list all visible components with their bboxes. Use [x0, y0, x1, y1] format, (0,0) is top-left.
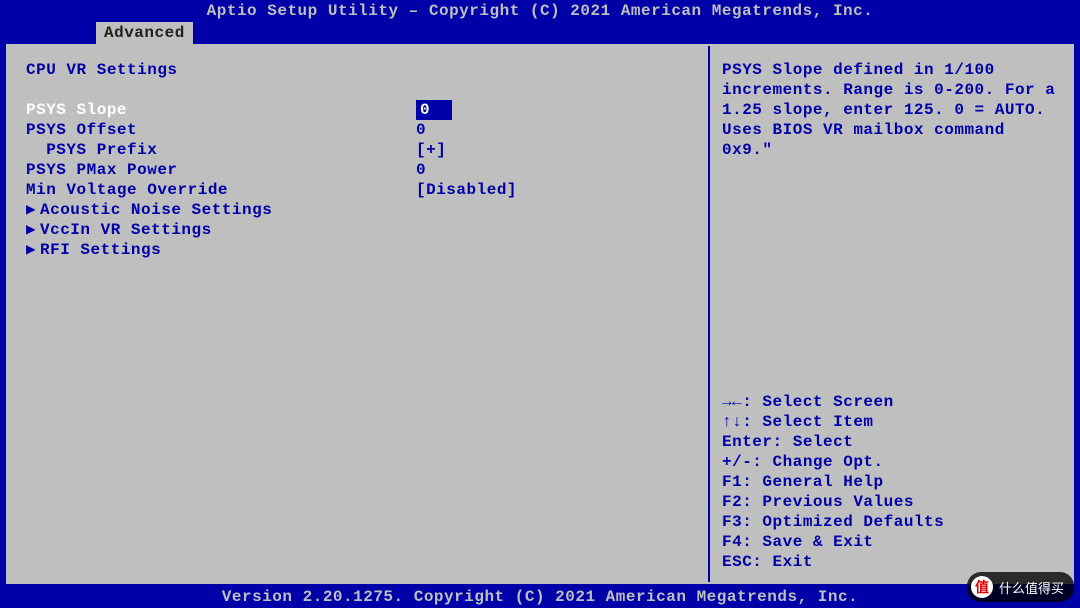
help-text: PSYS Slope defined in 1/100 increments. …	[722, 60, 1058, 160]
option-value: [Disabled]	[416, 180, 517, 200]
key-hint: +/-: Change Opt.	[722, 452, 1058, 472]
watermark-badge-icon: 值	[971, 576, 993, 598]
option-label: PSYS Prefix	[26, 140, 416, 160]
triangle-icon: ▶	[26, 240, 40, 260]
main-panel: CPU VR Settings PSYS Slope 0 PSYS Offset…	[8, 46, 708, 582]
key-hint: F2: Previous Values	[722, 492, 1058, 512]
key-hint: F4: Save & Exit	[722, 532, 1058, 552]
triangle-icon: ▶	[26, 220, 40, 240]
key-hint: F3: Optimized Defaults	[722, 512, 1058, 532]
key-hint: Enter: Select	[722, 432, 1058, 452]
option-psys-slope[interactable]: PSYS Slope 0	[26, 100, 698, 120]
tab-advanced[interactable]: Advanced	[96, 22, 193, 44]
option-value: 0	[416, 160, 426, 180]
section-title: CPU VR Settings	[26, 60, 698, 80]
submenu-label: VccIn VR Settings	[40, 220, 212, 240]
option-value: 0	[416, 100, 452, 120]
key-hint: →←: Select Screen	[722, 392, 1058, 412]
submenu-acoustic-noise[interactable]: ▶ Acoustic Noise Settings	[26, 200, 698, 220]
option-value: [+]	[416, 140, 446, 160]
key-hint: F1: General Help	[722, 472, 1058, 492]
content-frame: CPU VR Settings PSYS Slope 0 PSYS Offset…	[6, 44, 1074, 584]
submenu-vccin-vr[interactable]: ▶ VccIn VR Settings	[26, 220, 698, 240]
option-psys-prefix[interactable]: PSYS Prefix [+]	[26, 140, 698, 160]
option-label: Min Voltage Override	[26, 180, 416, 200]
footer-text: Version 2.20.1275. Copyright (C) 2021 Am…	[222, 588, 858, 606]
watermark-text: 什么值得买	[999, 578, 1064, 597]
submenu-label: RFI Settings	[40, 240, 161, 260]
option-value: 0	[416, 120, 426, 140]
watermark: 值 什么值得买	[967, 572, 1074, 602]
title-text: Aptio Setup Utility – Copyright (C) 2021…	[207, 2, 874, 20]
submenu-rfi[interactable]: ▶ RFI Settings	[26, 240, 698, 260]
option-min-voltage-override[interactable]: Min Voltage Override [Disabled]	[26, 180, 698, 200]
option-psys-offset[interactable]: PSYS Offset 0	[26, 120, 698, 140]
submenu-label: Acoustic Noise Settings	[40, 200, 272, 220]
option-label: PSYS Offset	[26, 120, 416, 140]
key-hint: ESC: Exit	[722, 552, 1058, 572]
option-label: PSYS Slope	[26, 100, 416, 120]
option-psys-pmax[interactable]: PSYS PMax Power 0	[26, 160, 698, 180]
footer-bar: Version 2.20.1275. Copyright (C) 2021 Am…	[0, 586, 1080, 608]
help-panel: PSYS Slope defined in 1/100 increments. …	[708, 46, 1068, 582]
triangle-icon: ▶	[26, 200, 40, 220]
key-hint: ↑↓: Select Item	[722, 412, 1058, 432]
title-bar: Aptio Setup Utility – Copyright (C) 2021…	[0, 0, 1080, 22]
tab-bar: Advanced	[0, 22, 1080, 44]
bios-screen: Aptio Setup Utility – Copyright (C) 2021…	[0, 0, 1080, 608]
key-hints: →←: Select Screen ↑↓: Select Item Enter:…	[722, 392, 1058, 572]
option-label: PSYS PMax Power	[26, 160, 416, 180]
